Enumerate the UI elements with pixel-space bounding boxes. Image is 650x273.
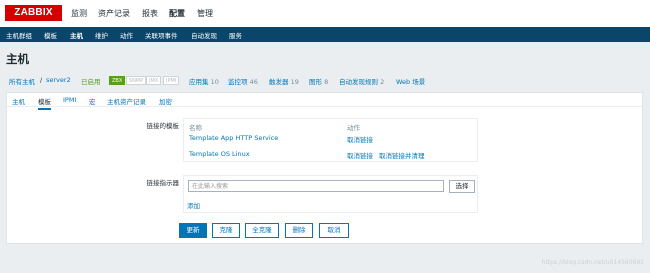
- unlink-link[interactable]: 取消链接: [347, 134, 373, 144]
- menu-reports[interactable]: 报表: [142, 8, 158, 19]
- add-link[interactable]: 添加: [187, 200, 200, 210]
- delete-button[interactable]: 删除: [285, 223, 313, 238]
- linked-templates-label: 链接的模板: [146, 122, 180, 130]
- column-action: 动作: [347, 124, 360, 132]
- breadcrumb: 所有主机 / server2 已启用 ZBX SNMP JMX IPMI 应用集…: [0, 73, 650, 87]
- host-form: 主机 模板 IPMI 宏 主机资产记录 加密 链接的模板 名称 动作 Templ…: [6, 92, 643, 244]
- breadcrumb-host[interactable]: server2: [46, 76, 71, 84]
- menu-configuration[interactable]: 配置: [169, 8, 185, 19]
- link-web-scenarios[interactable]: Web 场景: [396, 76, 425, 86]
- tab-ipmi[interactable]: IPMI: [63, 96, 76, 104]
- unlink-clear-link[interactable]: 取消链接并清理: [379, 150, 425, 160]
- tab-host[interactable]: 主机: [12, 96, 25, 106]
- cancel-button[interactable]: 取消: [319, 223, 349, 238]
- submenu-host-groups[interactable]: 主机群组: [6, 30, 32, 40]
- link-graphs[interactable]: 图形 8: [309, 76, 328, 86]
- submenu-templates[interactable]: 模板: [44, 30, 57, 40]
- menu-inventory[interactable]: 资产记录: [98, 8, 130, 19]
- host-tabs: 主机 模板 IPMI 宏 主机资产记录 加密: [7, 93, 642, 110]
- page-title: 主机: [6, 52, 29, 66]
- column-name: 名称: [189, 124, 202, 132]
- badge-snmp: SNMP: [126, 76, 147, 85]
- submenu-services[interactable]: 服务: [229, 30, 242, 40]
- link-items[interactable]: 监控项 46: [228, 76, 258, 86]
- link-indicator-label: 链接指示器: [146, 179, 180, 187]
- template-search-input[interactable]: 在此输入搜索: [188, 180, 444, 192]
- menu-administration[interactable]: 管理: [197, 8, 213, 19]
- badge-ipmi: IPMI: [163, 76, 180, 85]
- tab-macros[interactable]: 宏: [89, 96, 96, 106]
- tab-inventory[interactable]: 主机资产记录: [107, 96, 146, 106]
- template-name[interactable]: Template App HTTP Service: [189, 134, 278, 142]
- sub-navigation: 主机群组 模板 主机 维护 动作 关联项事件 自动发现 服务: [0, 27, 650, 42]
- link-indicator: 在此输入搜索 选择 添加: [183, 175, 478, 213]
- breadcrumb-all-hosts[interactable]: 所有主机: [9, 76, 35, 86]
- select-button[interactable]: 选择: [449, 180, 475, 193]
- tab-templates[interactable]: 模板: [38, 96, 51, 110]
- submenu-event-correlation[interactable]: 关联项事件: [145, 30, 178, 40]
- submenu-hosts[interactable]: 主机: [70, 30, 83, 40]
- link-applications[interactable]: 应用集 10: [189, 76, 219, 86]
- link-triggers[interactable]: 触发器 19: [269, 76, 299, 86]
- update-button[interactable]: 更新: [179, 223, 207, 238]
- badge-jmx: JMX: [146, 76, 162, 85]
- zabbix-logo[interactable]: ZABBIX: [5, 5, 62, 21]
- submenu-maintenance[interactable]: 维护: [95, 30, 108, 40]
- full-clone-button[interactable]: 全克隆: [245, 223, 279, 238]
- badge-zbx: ZBX: [109, 76, 126, 85]
- status-enabled[interactable]: 已启用: [81, 76, 101, 86]
- link-discovery-rules[interactable]: 自动发现规则 2: [339, 76, 384, 86]
- unlink-link[interactable]: 取消链接: [347, 150, 373, 160]
- tab-encryption[interactable]: 加密: [159, 96, 172, 106]
- breadcrumb-separator: /: [40, 76, 43, 84]
- clone-button[interactable]: 克隆: [212, 223, 240, 238]
- submenu-discovery[interactable]: 自动发现: [191, 30, 217, 40]
- submenu-actions[interactable]: 动作: [120, 30, 133, 40]
- top-navigation: ZABBIX 监测 资产记录 报表 配置 管理: [0, 0, 650, 27]
- template-name[interactable]: Template OS Linux: [189, 150, 250, 158]
- watermark: https://blog.csdn.net/u014560691: [541, 259, 644, 266]
- linked-templates-table: 名称 动作 Template App HTTP Service 取消链接 Tem…: [183, 118, 478, 162]
- menu-monitoring[interactable]: 监测: [71, 8, 87, 19]
